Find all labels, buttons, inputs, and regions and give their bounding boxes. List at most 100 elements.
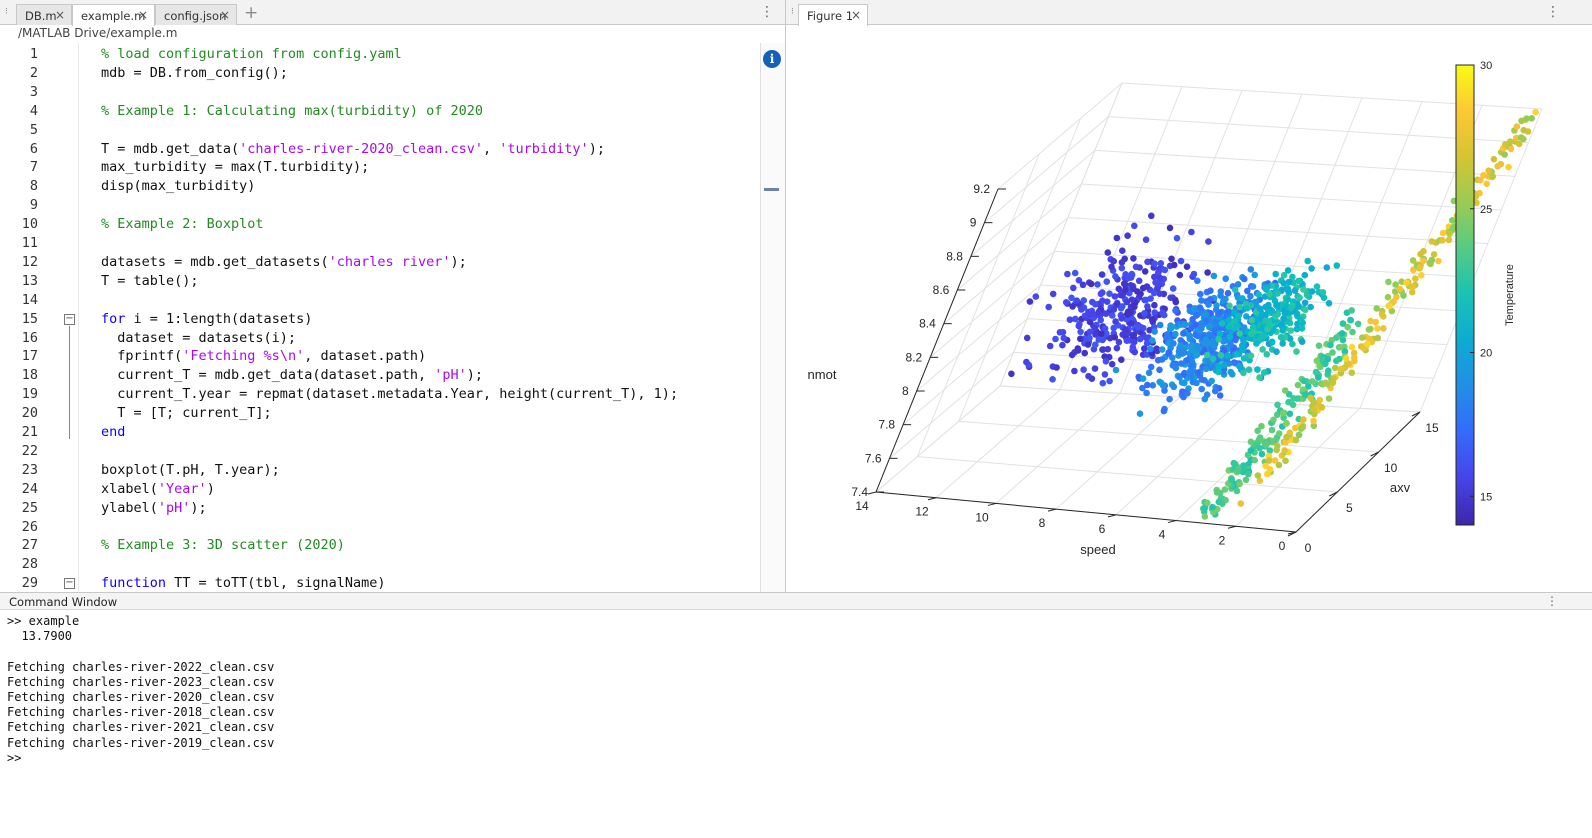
code-token: 'pH'	[157, 499, 191, 516]
scatter-point	[1348, 343, 1356, 351]
command-output[interactable]: >> example 13.7900 Fetching charles-rive…	[7, 614, 274, 766]
scatter-point	[1490, 155, 1498, 163]
code-line[interactable]: % Example 3: 3D scatter (2020)	[101, 537, 345, 553]
code-token: max_turbidity = max(T.turbidity);	[101, 159, 370, 176]
command-output-line: Fetching charles-river-2022_clean.csv	[7, 659, 275, 674]
line-number: 19	[21, 386, 38, 403]
command-window-title: Command Window	[9, 595, 118, 609]
code-line[interactable]: % Example 2: Boxplot	[101, 216, 264, 232]
code-line[interactable]: T = mdb.get_data('charles-river-2020_cle…	[101, 141, 605, 157]
fold-function-block-toggle[interactable]: −	[64, 578, 75, 590]
command-window[interactable]: Command Window ⋮ >> example 13.7900 Fetc…	[0, 592, 1592, 838]
code-line[interactable]: dataset = datasets(i);	[101, 330, 296, 346]
scatter-point	[1032, 293, 1040, 300]
close-icon[interactable]: ×	[220, 8, 230, 22]
code-line[interactable]: xlabel('Year')	[101, 481, 215, 497]
code-line[interactable]: current_T.year = repmat(dataset.metadata…	[101, 386, 678, 402]
line-number: 11	[21, 235, 38, 251]
scatter-point	[1330, 375, 1337, 382]
z-tick-label: 7.6	[865, 451, 882, 465]
tab-config-json[interactable]: config.json ×	[155, 4, 237, 25]
fold-for-block-toggle[interactable]: −	[64, 313, 75, 325]
code-line[interactable]: for i = 1:length(datasets)	[101, 311, 312, 327]
code-line[interactable]: end	[101, 424, 125, 440]
scatter-point	[1160, 311, 1168, 319]
scatter-point	[1173, 234, 1181, 242]
code-line[interactable]: current_T = mdb.get_data(dataset.path, '…	[101, 367, 483, 383]
code-token: );	[588, 140, 605, 157]
close-icon[interactable]: ×	[55, 8, 65, 22]
panel-grip-icon[interactable]: ⁝	[5, 8, 8, 17]
editor-scrollbar[interactable]	[760, 43, 785, 592]
info-icon[interactable]: i	[763, 50, 781, 68]
scatter-point	[1254, 427, 1261, 435]
code-editor[interactable]: 1 % load configuration from config.yaml 2 m…	[0, 43, 760, 592]
scatter-point	[1409, 257, 1417, 264]
scatter-point	[1286, 410, 1294, 418]
tab-db-m[interactable]: DB.m ×	[16, 4, 72, 25]
more-options-icon[interactable]: ⋮	[1546, 594, 1558, 608]
scatter-point	[1281, 310, 1289, 317]
scatter-point	[1071, 367, 1078, 375]
scatter-point	[1207, 287, 1214, 295]
code-line[interactable]: mdb = DB.from_config();	[101, 65, 288, 81]
tab-example-m[interactable]: example.m ×	[72, 4, 155, 26]
scroll-position-marker[interactable]	[764, 188, 779, 191]
code-line[interactable]: disp(max_turbidity)	[101, 178, 255, 194]
scatter-point	[1092, 301, 1099, 308]
scatter-point	[1119, 292, 1126, 299]
scatter-point	[1445, 236, 1453, 244]
code-line[interactable]: % load configuration from config.yaml	[101, 46, 402, 62]
scatter-point	[1183, 263, 1191, 270]
code-line[interactable]: fprintf('Fetching %s\n', dataset.path)	[101, 348, 426, 364]
colorbar[interactable]	[1455, 64, 1475, 526]
scatter-point	[1231, 317, 1238, 325]
scatter-point	[1515, 140, 1523, 148]
scatter3-plot[interactable]: 0 2 4 6 8 10 12 14 0 5 10 15 7.4 7.6 7.8 8 8.2 8.4 8.6 8.8 9…	[786, 25, 1592, 591]
code-line[interactable]: % Example 1: Calculating max(turbidity) …	[101, 103, 483, 119]
code-line[interactable]: T = [T; current_T];	[101, 405, 271, 421]
scatter-point	[1158, 346, 1166, 353]
scatter-point	[1079, 281, 1087, 289]
y-axis-label: axv	[1390, 480, 1411, 495]
more-options-icon[interactable]: ⋮	[760, 5, 774, 19]
code-line[interactable]: ylabel('pH');	[101, 500, 207, 516]
code-line[interactable]: function TT = toTT(tbl, signalName)	[101, 575, 385, 591]
code-line[interactable]: T = table();	[101, 273, 199, 289]
code-line[interactable]: max_turbidity = max(T.turbidity);	[101, 159, 369, 175]
scatter-point	[1094, 281, 1101, 288]
tab-figure-1[interactable]: Figure 1 ×	[798, 4, 868, 26]
x-tick-label: 8	[1039, 516, 1046, 530]
more-options-icon[interactable]: ⋮	[1546, 5, 1560, 19]
scatter-point	[1106, 377, 1113, 385]
scatter-point	[1141, 268, 1149, 275]
close-icon[interactable]: ×	[851, 8, 861, 22]
scatter-point	[1135, 277, 1143, 285]
scatter-point	[1222, 275, 1229, 282]
scatter-point	[1245, 366, 1253, 374]
command-output-line: Fetching charles-river-2020_clean.csv	[7, 690, 275, 705]
grid-line	[916, 284, 1041, 392]
scatter-point	[1263, 286, 1270, 293]
scatter-point	[1134, 288, 1141, 295]
scatter-point	[1188, 228, 1195, 236]
scatter-point	[1483, 180, 1490, 188]
scatter-point	[1262, 441, 1270, 449]
scatter-point	[1077, 335, 1084, 343]
scatter-point	[1201, 505, 1208, 512]
scatter-point	[1247, 447, 1255, 454]
scatter-point	[1211, 341, 1218, 348]
scatter-point	[1128, 296, 1136, 304]
new-tab-plus-icon[interactable]: +	[244, 3, 258, 23]
close-icon[interactable]: ×	[138, 8, 148, 22]
scatter-point	[1247, 352, 1255, 360]
tab-label: Figure 1	[807, 9, 854, 23]
panel-grip-icon[interactable]: ⁝	[791, 8, 794, 17]
scatter-point	[1264, 470, 1271, 478]
code-line[interactable]: boxplot(T.pH, T.year);	[101, 462, 280, 478]
z-tick-label: 7.4	[851, 485, 868, 499]
code-line[interactable]: datasets = mdb.get_datasets('charles riv…	[101, 254, 467, 270]
scatter-point	[1122, 286, 1129, 293]
code-token: function	[101, 575, 167, 592]
scatter-point	[1186, 333, 1193, 341]
